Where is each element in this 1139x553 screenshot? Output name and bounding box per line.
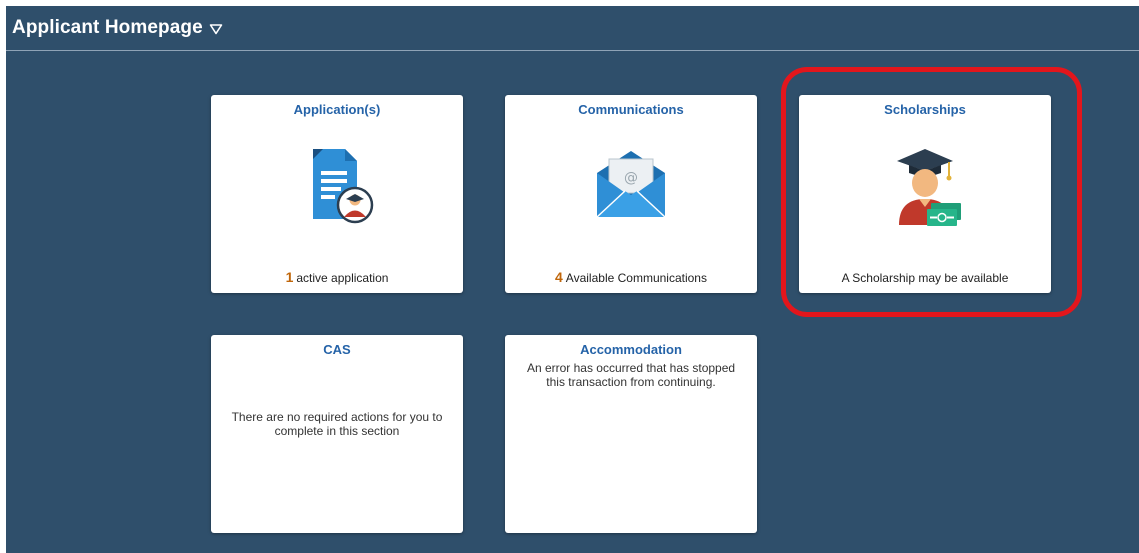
communications-count: 4 — [555, 269, 563, 285]
graduate-money-icon — [897, 149, 961, 226]
cas-tile-message: There are no required actions for you to… — [231, 410, 443, 438]
applications-count: 1 — [285, 269, 294, 285]
cas-tile-title: CAS — [323, 342, 351, 357]
accommodation-tile[interactable]: Accommodation An error has occurred that… — [505, 335, 757, 533]
document-graduate-icon — [313, 149, 374, 224]
applicant-homepage: Applicant Homepage Application(s) 1 acti… — [6, 6, 1139, 553]
svg-text:@: @ — [624, 170, 638, 186]
communications-footer-text: Available Communications — [565, 271, 707, 285]
applications-footer-text: active application — [296, 271, 389, 285]
envelope-icon: @ — [596, 151, 666, 218]
screen: Applicant Homepage Application(s) 1 acti… — [0, 0, 1139, 553]
communications-tile-footer: 4 Available Communications — [505, 269, 757, 285]
cas-tile[interactable]: CAS There are no required actions for yo… — [211, 335, 463, 533]
page-header: Applicant Homepage — [6, 6, 1139, 51]
applications-tile[interactable]: Application(s) 1 active application — [211, 95, 463, 293]
scholarships-tile-title: Scholarships — [884, 102, 966, 117]
accommodation-tile-message: An error has occurred that has stopped t… — [526, 361, 736, 389]
chevron-down-icon[interactable] — [209, 23, 223, 35]
applications-tile-title: Application(s) — [293, 102, 381, 117]
scholarships-tile-footer: A Scholarship may be available — [841, 271, 1009, 285]
communications-tile-title: Communications — [578, 102, 684, 117]
page-title: Applicant Homepage — [12, 17, 203, 38]
accommodation-tile-title: Accommodation — [580, 342, 682, 357]
applications-tile-footer: 1 active application — [211, 269, 463, 285]
communications-tile[interactable]: Communications @ 4 Available Communicatio… — [505, 95, 757, 293]
scholarships-tile[interactable]: Scholarships A Scholarship may be availa… — [799, 95, 1051, 293]
